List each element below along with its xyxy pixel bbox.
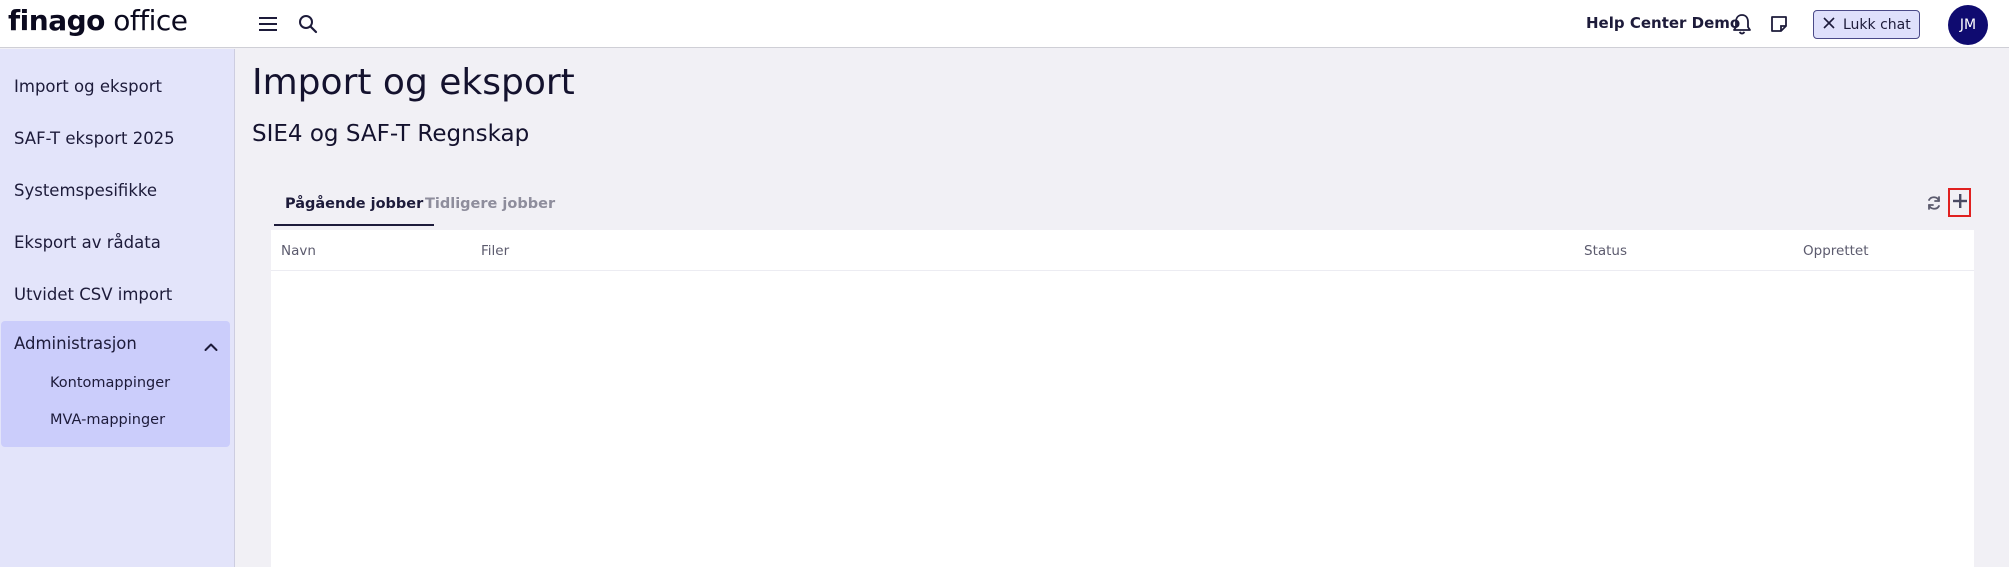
bell-icon[interactable] — [1728, 10, 1756, 38]
page-title: Import og eksport — [252, 62, 575, 103]
close-icon — [1823, 16, 1835, 33]
refresh-icon[interactable] — [1925, 194, 1943, 212]
tab-tidligere-jobber[interactable]: Tidligere jobber — [414, 188, 566, 226]
finago-office-logo[interactable]: finago office — [8, 4, 188, 37]
sidebar-group-administrasjon: Administrasjon Kontomappinger MVA-mappin… — [1, 321, 230, 447]
column-header-opprettet[interactable]: Opprettet — [1803, 243, 1869, 259]
table-header: Navn Filer Status Opprettet — [271, 230, 1974, 271]
search-icon[interactable] — [294, 10, 322, 38]
chevron-up-icon[interactable] — [204, 337, 218, 356]
help-center-link[interactable]: Help Center Demo — [1586, 14, 1740, 32]
sidebar-item-saft-eksport[interactable]: SAF-T eksport 2025 — [14, 129, 175, 148]
sidebar-subitem-kontomappinger[interactable]: Kontomappinger — [50, 375, 170, 391]
column-header-navn[interactable]: Navn — [281, 243, 316, 259]
lukk-chat-label: Lukk chat — [1843, 16, 1911, 33]
top-bar: finago office Help Center Demo Lukk chat… — [0, 0, 2009, 48]
column-header-filer[interactable]: Filer — [481, 243, 509, 259]
lukk-chat-button[interactable]: Lukk chat — [1813, 10, 1920, 39]
plus-icon — [1952, 193, 1967, 212]
sidebar-item-utvidet-csv[interactable]: Utvidet CSV import — [14, 285, 172, 304]
tab-pagaende-jobber[interactable]: Pågående jobber — [274, 188, 435, 226]
sidebar-item-systemspesifikke[interactable]: Systemspesifikke — [14, 181, 157, 200]
add-job-button[interactable] — [1948, 188, 1971, 217]
sidebar: Import og eksport SAF-T eksport 2025 Sys… — [0, 49, 235, 567]
column-header-status[interactable]: Status — [1584, 243, 1627, 259]
sidebar-subitem-mva-mappinger[interactable]: MVA-mappinger — [50, 412, 165, 428]
note-icon[interactable] — [1765, 10, 1793, 38]
menu-icon[interactable] — [254, 10, 282, 38]
sidebar-item-import-eksport[interactable]: Import og eksport — [14, 77, 162, 96]
sidebar-item-administrasjon[interactable]: Administrasjon — [14, 334, 137, 353]
page-subtitle: SIE4 og SAF-T Regnskap — [252, 121, 530, 147]
user-avatar[interactable]: JM — [1948, 5, 1988, 45]
sidebar-item-eksport-radata[interactable]: Eksport av rådata — [14, 233, 161, 252]
jobs-table: Navn Filer Status Opprettet — [271, 230, 1974, 567]
